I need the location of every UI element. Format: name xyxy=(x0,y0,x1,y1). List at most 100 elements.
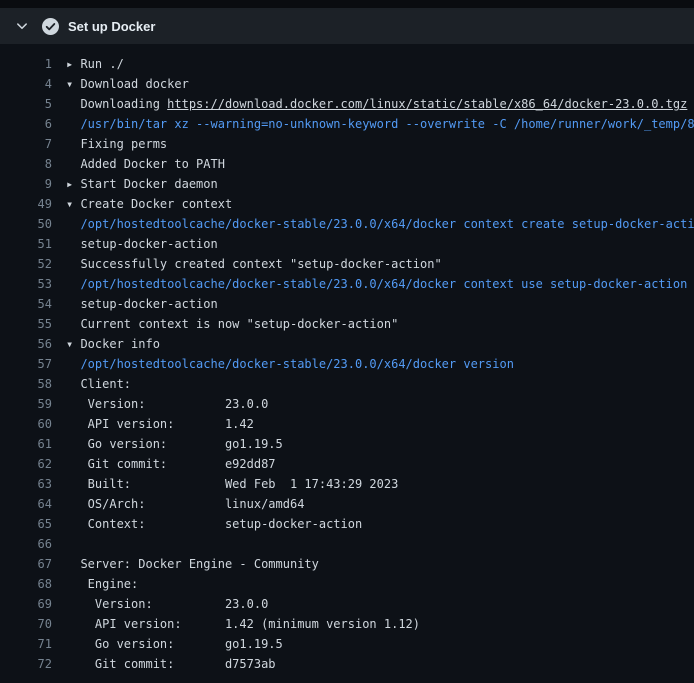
log-text: Version: 23.0.0 xyxy=(66,594,694,614)
log-line: 72 Git commit: d7573ab xyxy=(0,654,694,674)
line-number[interactable]: 66 xyxy=(0,534,52,554)
line-number[interactable]: 71 xyxy=(0,634,52,654)
log-line: 65 Context: setup-docker-action xyxy=(0,514,694,534)
log-line: 62 Git commit: e92dd87 xyxy=(0,454,694,474)
step-header[interactable]: Set up Docker xyxy=(0,8,694,44)
line-number[interactable]: 57 xyxy=(0,354,52,374)
line-number[interactable]: 58 xyxy=(0,374,52,394)
line-number[interactable]: 59 xyxy=(0,394,52,414)
line-number[interactable]: 63 xyxy=(0,474,52,494)
log-text: Git commit: e92dd87 xyxy=(66,454,694,474)
log-text: Go version: go1.19.5 xyxy=(66,434,694,454)
line-number[interactable]: 65 xyxy=(0,514,52,534)
log-text: Downloading https://download.docker.com/… xyxy=(66,94,694,114)
log-text: Server: Docker Engine - Community xyxy=(66,554,694,574)
line-number[interactable]: 1 xyxy=(0,54,52,74)
line-number[interactable]: 6 xyxy=(0,114,52,134)
log-group-row[interactable]: 4 ▾ Download docker xyxy=(0,74,694,94)
log-link[interactable]: https://download.docker.com/linux/static… xyxy=(167,97,687,111)
line-number[interactable]: 56 xyxy=(0,334,52,354)
log-text: ▾ Download docker xyxy=(66,74,694,94)
log-line: 69 Version: 23.0.0 xyxy=(0,594,694,614)
log-line: 59 Version: 23.0.0 xyxy=(0,394,694,414)
log-text: Go version: go1.19.5 xyxy=(66,634,694,654)
log-line: 68 Engine: xyxy=(0,574,694,594)
log-text: Engine: xyxy=(66,574,694,594)
log: 1▸ Run ./4▾ Download docker5 Downloading… xyxy=(0,44,694,683)
log-text: Current context is now "setup-docker-act… xyxy=(66,314,694,334)
line-number[interactable]: 7 xyxy=(0,134,52,154)
log-text: API version: 1.42 (minimum version 1.12) xyxy=(66,614,694,634)
group-title[interactable]: Docker info xyxy=(73,337,160,351)
line-number[interactable]: 64 xyxy=(0,494,52,514)
log-text xyxy=(66,534,694,554)
log-text: setup-docker-action xyxy=(66,234,694,254)
log-line: 63 Built: Wed Feb 1 17:43:29 2023 xyxy=(0,474,694,494)
log-line: 58 Client: xyxy=(0,374,694,394)
log-text: Context: setup-docker-action xyxy=(66,514,694,534)
log-text: /opt/hostedtoolcache/docker-stable/23.0.… xyxy=(66,354,694,374)
log-line: 70 API version: 1.42 (minimum version 1.… xyxy=(0,614,694,634)
log-line: 54 setup-docker-action xyxy=(0,294,694,314)
log-line: 53 /opt/hostedtoolcache/docker-stable/23… xyxy=(0,274,694,294)
log-line: 51 setup-docker-action xyxy=(0,234,694,254)
log-line: 66 xyxy=(0,534,694,554)
log-text: /usr/bin/tar xz --warning=no-unknown-key… xyxy=(66,114,694,134)
line-number[interactable]: 70 xyxy=(0,614,52,634)
log-line: 64 OS/Arch: linux/amd64 xyxy=(0,494,694,514)
log-group-row[interactable]: 9 ▸ Start Docker daemon xyxy=(0,174,694,194)
log-text: Version: 23.0.0 xyxy=(66,394,694,414)
line-number[interactable]: 53 xyxy=(0,274,52,294)
log-text: /opt/hostedtoolcache/docker-stable/23.0.… xyxy=(66,274,694,294)
group-title[interactable]: Create Docker context xyxy=(73,197,232,211)
line-number[interactable]: 8 xyxy=(0,154,52,174)
line-number[interactable]: 67 xyxy=(0,554,52,574)
line-number[interactable]: 61 xyxy=(0,434,52,454)
group-title[interactable]: Download docker xyxy=(73,77,189,91)
log-text: ▾ Docker info xyxy=(66,334,694,354)
line-number[interactable]: 72 xyxy=(0,654,52,674)
log-group-row[interactable]: 1 ▸ Run ./ xyxy=(0,54,694,74)
line-number[interactable]: 62 xyxy=(0,454,52,474)
group-title[interactable]: Start Docker daemon xyxy=(73,177,218,191)
line-number[interactable]: 51 xyxy=(0,234,52,254)
log-text: ▸ Run ./ xyxy=(66,54,694,74)
check-circle-icon xyxy=(42,18,59,35)
group-title[interactable]: Run ./ xyxy=(73,57,124,71)
log-text: /opt/hostedtoolcache/docker-stable/23.0.… xyxy=(66,214,694,234)
log-text: Successfully created context "setup-dock… xyxy=(66,254,694,274)
log-line: 5 Downloading https://download.docker.co… xyxy=(0,94,694,114)
log-group-row[interactable]: 49 ▾ Create Docker context xyxy=(0,194,694,214)
log-text: OS/Arch: linux/amd64 xyxy=(66,494,694,514)
log-text: ▸ Start Docker daemon xyxy=(66,174,694,194)
line-number[interactable]: 5 xyxy=(0,94,52,114)
line-number[interactable]: 9 xyxy=(0,174,52,194)
log-group-row[interactable]: 56 ▾ Docker info xyxy=(0,334,694,354)
log-text: Git commit: d7573ab xyxy=(66,654,694,674)
line-number[interactable]: 50 xyxy=(0,214,52,234)
log-text: Fixing perms xyxy=(66,134,694,154)
line-number[interactable]: 4 xyxy=(0,74,52,94)
step-title: Set up Docker xyxy=(68,19,155,34)
line-number[interactable]: 60 xyxy=(0,414,52,434)
line-number[interactable]: 49 xyxy=(0,194,52,214)
line-number[interactable]: 69 xyxy=(0,594,52,614)
log-text: setup-docker-action xyxy=(66,294,694,314)
log-line: 52 Successfully created context "setup-d… xyxy=(0,254,694,274)
log-line: 67 Server: Docker Engine - Community xyxy=(0,554,694,574)
log-text: Added Docker to PATH xyxy=(66,154,694,174)
chevron-down-icon[interactable] xyxy=(15,19,29,33)
log-text: ▾ Create Docker context xyxy=(66,194,694,214)
log-line: 6 /usr/bin/tar xz --warning=no-unknown-k… xyxy=(0,114,694,134)
log-line: 7 Fixing perms xyxy=(0,134,694,154)
line-number[interactable]: 55 xyxy=(0,314,52,334)
log-text: API version: 1.42 xyxy=(66,414,694,434)
line-number[interactable]: 68 xyxy=(0,574,52,594)
line-number[interactable]: 52 xyxy=(0,254,52,274)
log-line: 57 /opt/hostedtoolcache/docker-stable/23… xyxy=(0,354,694,374)
log-line: 50 /opt/hostedtoolcache/docker-stable/23… xyxy=(0,214,694,234)
line-number[interactable]: 54 xyxy=(0,294,52,314)
log-text: Built: Wed Feb 1 17:43:29 2023 xyxy=(66,474,694,494)
log-line: 61 Go version: go1.19.5 xyxy=(0,434,694,454)
log-line: 55 Current context is now "setup-docker-… xyxy=(0,314,694,334)
